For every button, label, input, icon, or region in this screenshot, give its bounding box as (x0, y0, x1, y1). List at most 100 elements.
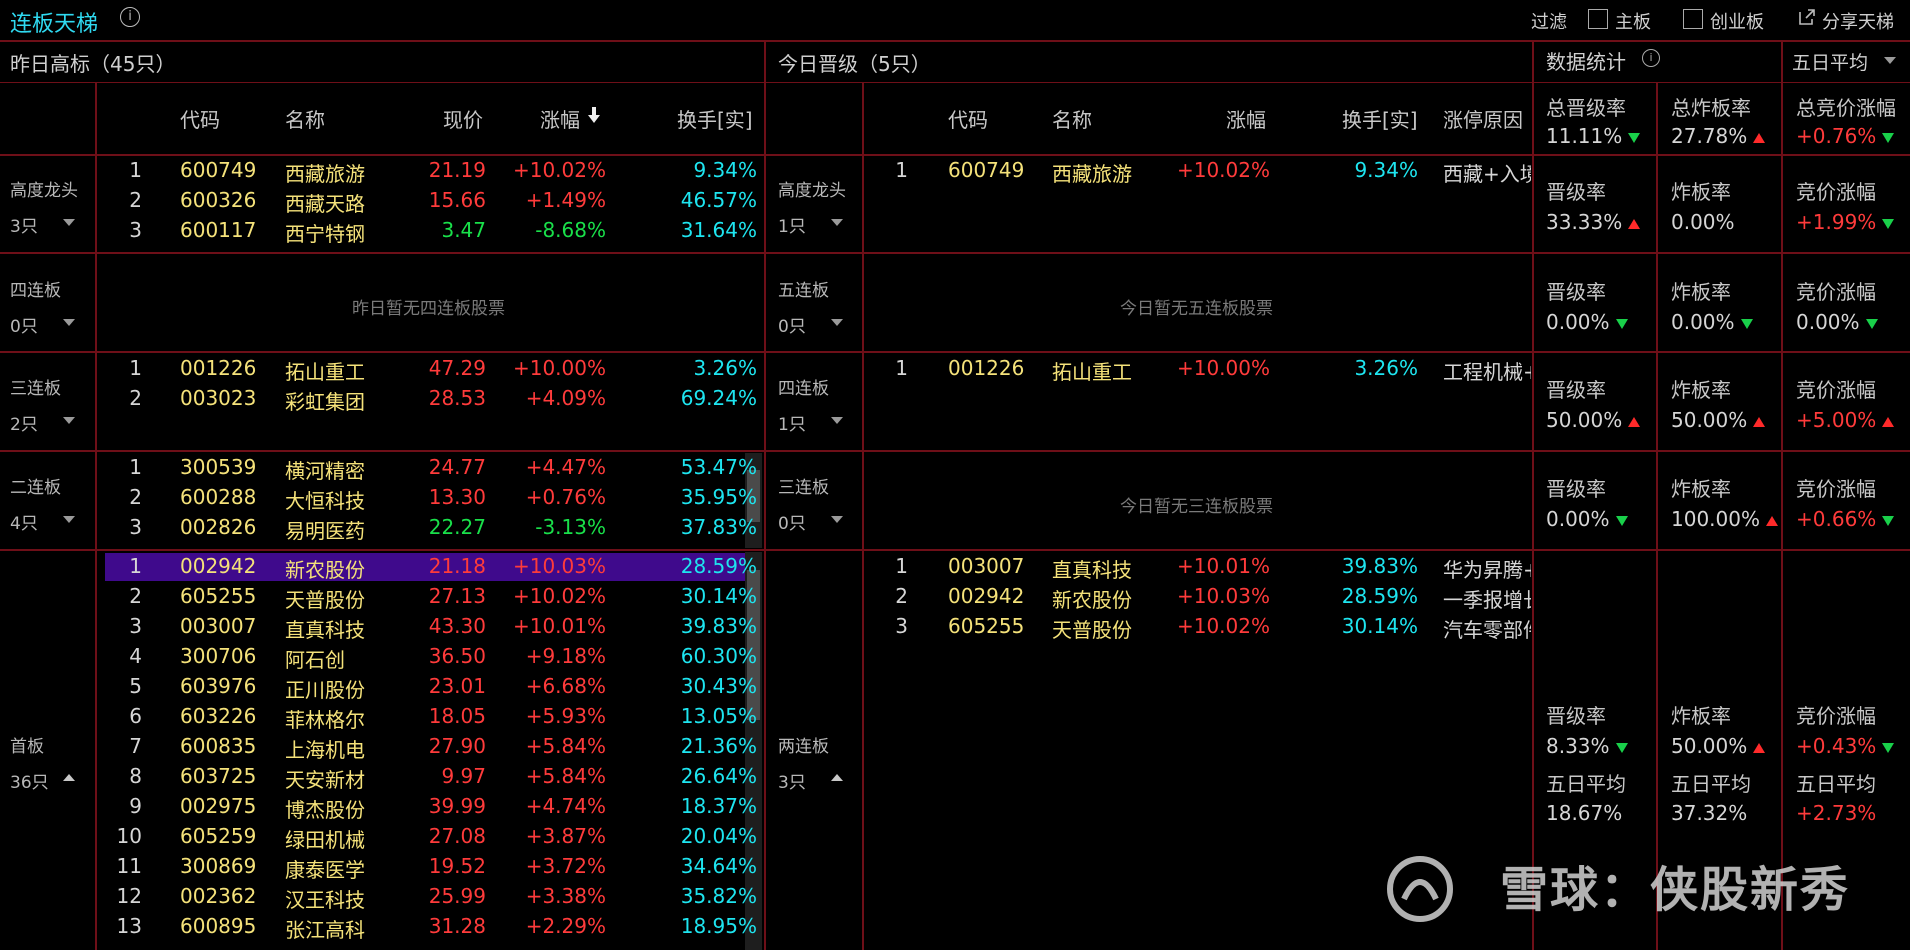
collapse-icon[interactable] (63, 219, 75, 226)
stock-code: 605255 (180, 584, 257, 608)
collapse-icon[interactable] (63, 319, 75, 326)
col-name[interactable]: 名称 (285, 104, 325, 133)
stock-code: 002942 (180, 554, 257, 578)
arrow-down-icon (1740, 318, 1753, 329)
col-turnover[interactable]: 换手[实] (677, 104, 753, 133)
section-count: 1只 (778, 415, 806, 435)
collapse-icon[interactable] (831, 417, 843, 424)
stat-value: 8.33% (1546, 734, 1628, 758)
stock-name: 西宁特钢 (285, 222, 365, 246)
stock-code: 002942 (948, 584, 1025, 608)
section-count: 0只 (778, 514, 806, 534)
stock-change: +10.03% (512, 554, 606, 578)
col-turnover[interactable]: 换手[实] (1342, 104, 1418, 133)
stock-change: +6.68% (525, 674, 606, 698)
stat-total-value: +0.76% (1796, 124, 1895, 148)
stat-value: +1.99% (1796, 210, 1895, 234)
stock-price: 36.50 (428, 644, 486, 668)
col-code[interactable]: 代码 (948, 104, 988, 133)
stock-change: +2.29% (525, 914, 606, 938)
stock-code: 600835 (180, 734, 257, 758)
sort-desc-icon[interactable] (587, 106, 601, 128)
gem-checkbox[interactable] (1683, 9, 1703, 29)
collapse-icon[interactable] (63, 417, 75, 424)
row-index: 6 (129, 704, 142, 728)
row-index: 1 (895, 158, 908, 182)
watermark: 雪球：侠股新秀 (1499, 862, 1850, 918)
chevron-down-icon[interactable] (1884, 57, 1896, 64)
stock-turnover: 30.43% (680, 674, 757, 698)
stock-change: -8.68% (535, 218, 606, 242)
collapse-icon[interactable] (831, 219, 843, 226)
row-index: 2 (129, 188, 142, 212)
stock-name: 博杰股份 (285, 798, 365, 822)
stock-name: 大恒科技 (285, 489, 365, 513)
share-button[interactable]: 分享天梯 (1822, 8, 1894, 34)
expand-icon[interactable] (831, 774, 843, 781)
expand-icon[interactable] (63, 774, 75, 781)
arrow-down-icon (1882, 218, 1895, 229)
stat-label: 晋级率 (1546, 280, 1606, 304)
stock-turnover: 30.14% (1341, 614, 1418, 638)
collapse-icon[interactable] (831, 319, 843, 326)
section-name: 首板 (10, 737, 44, 757)
stat-total-value: 11.11% (1546, 124, 1641, 148)
row-index: 2 (129, 386, 142, 410)
arrow-down-icon (1615, 318, 1628, 329)
collapse-icon[interactable] (831, 516, 843, 523)
col-name[interactable]: 名称 (1052, 104, 1092, 133)
stock-code: 605255 (948, 614, 1025, 638)
stock-code: 603976 (180, 674, 257, 698)
stat-label: 竞价涨幅 (1796, 378, 1876, 402)
row-index: 1 (895, 554, 908, 578)
collapse-icon[interactable] (63, 516, 75, 523)
stock-change: +1.49% (525, 188, 606, 212)
col-reason[interactable]: 涨停原因 (1443, 104, 1523, 133)
stock-turnover: 69.24% (680, 386, 757, 410)
stock-turnover: 9.34% (693, 158, 757, 182)
stock-name: 彩虹集团 (285, 390, 365, 414)
col-code[interactable]: 代码 (180, 104, 220, 133)
main-board-checkbox[interactable] (1588, 9, 1608, 29)
stat-total-label: 总炸板率 (1671, 96, 1751, 120)
arrow-up-icon (1753, 416, 1766, 427)
stock-price: 3.47 (441, 218, 486, 242)
stat-avg-value: 37.32% (1671, 801, 1748, 825)
main-board-label[interactable]: 主板 (1615, 8, 1651, 34)
stock-change: -3.13% (535, 515, 606, 539)
arrow-down-icon (1882, 742, 1895, 753)
row-index: 1 (129, 356, 142, 380)
stats-info-icon[interactable]: i (1642, 49, 1660, 67)
stock-change: +10.01% (512, 614, 606, 638)
stat-total-label: 总晋级率 (1546, 96, 1626, 120)
stock-code: 002826 (180, 515, 257, 539)
stock-price: 27.13 (428, 584, 486, 608)
stock-code: 003007 (180, 614, 257, 638)
stock-price: 21.18 (428, 554, 486, 578)
stock-code: 600895 (180, 914, 257, 938)
stock-change: +10.02% (512, 584, 606, 608)
share-icon[interactable] (1798, 8, 1816, 30)
stat-label: 炸板率 (1671, 378, 1731, 402)
period-select-value[interactable]: 五日平均 (1792, 48, 1868, 75)
stat-label: 晋级率 (1546, 477, 1606, 501)
row-index: 1 (129, 554, 142, 578)
stock-change: +5.84% (525, 764, 606, 788)
section-name: 四连板 (10, 281, 61, 301)
info-icon[interactable]: i (120, 7, 140, 27)
stock-price: 31.28 (428, 914, 486, 938)
limit-up-reason: 汽车零部件 (1443, 618, 1531, 642)
stat-value: 0.00% (1546, 507, 1628, 531)
section-count: 3只 (10, 217, 38, 237)
row-index: 10 (116, 824, 142, 848)
stat-label: 竞价涨幅 (1796, 280, 1876, 304)
col-change[interactable]: 涨幅 (540, 104, 580, 133)
gem-label[interactable]: 创业板 (1710, 8, 1764, 34)
arrow-down-icon (1882, 132, 1895, 143)
row-index: 3 (895, 614, 908, 638)
stat-label: 竞价涨幅 (1796, 477, 1876, 501)
stats-title: 数据统计 (1546, 50, 1626, 74)
arrow-down-icon (1882, 515, 1895, 526)
col-change[interactable]: 涨幅 (1226, 104, 1266, 133)
col-price[interactable]: 现价 (443, 104, 483, 133)
